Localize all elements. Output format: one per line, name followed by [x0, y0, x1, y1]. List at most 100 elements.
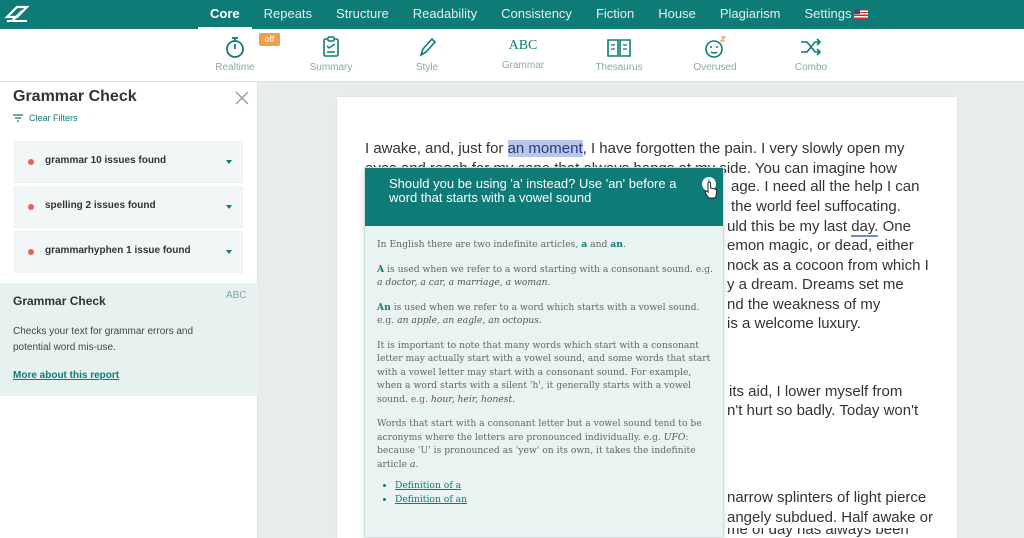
realtime-label: Realtime — [215, 62, 255, 73]
issue-dot-icon — [28, 159, 34, 165]
close-icon[interactable] — [234, 90, 250, 106]
overused-label: Overused — [693, 62, 737, 73]
popover-title: Should you be using 'a' instead? Use 'an… — [389, 176, 677, 205]
examples: hour, heir, honest. — [430, 393, 516, 405]
grammar-button[interactable]: ABC Grammar — [485, 33, 561, 79]
tab-settings-label: Settings — [804, 6, 852, 21]
para-text: . — [622, 239, 626, 250]
article-an: an — [610, 239, 623, 250]
issue-group-spelling[interactable]: spelling 2 issues found — [14, 186, 243, 228]
pencil-icon — [419, 37, 437, 57]
tab-core[interactable]: Core — [198, 0, 252, 29]
report-title: Grammar Check — [13, 294, 106, 308]
para-text: It is important to note that many words … — [377, 339, 711, 405]
definition-links: Definition of a Definition of an — [395, 479, 713, 506]
tab-consistency[interactable]: Consistency — [489, 0, 584, 29]
abc-check-icon: ABC — [226, 290, 247, 301]
doc-line: emon magic, or dead, either — [727, 237, 914, 254]
thesaurus-label: Thesaurus — [595, 62, 643, 73]
para-text: Words that start with a consonant letter… — [377, 418, 702, 443]
issue-label: grammar 10 issues found — [45, 155, 167, 166]
popover-paragraph: Words that start with a consonant letter… — [377, 417, 713, 471]
realtime-off-badge: off — [259, 33, 280, 46]
prowritingaid-logo-icon[interactable] — [4, 3, 30, 25]
list-item: Definition of a — [395, 479, 713, 493]
doc-text: One — [878, 218, 911, 235]
report-toolbar: Realtime off Summary Style ABC Grammar T… — [0, 29, 1024, 82]
doc-line: I awake, and, just for an moment, I have… — [365, 139, 935, 159]
sidebar-title: Grammar Check — [13, 88, 137, 105]
tab-structure[interactable]: Structure — [324, 0, 401, 29]
examples: an apple, an eagle, an octopus. — [397, 315, 542, 326]
tab-settings[interactable]: Settings — [793, 0, 881, 29]
clear-filters-link[interactable]: Clear Filters — [13, 113, 78, 123]
tab-plagiarism[interactable]: Plagiarism — [708, 0, 793, 29]
issue-group-grammar[interactable]: grammar 10 issues found — [14, 141, 243, 183]
shuffle-icon — [801, 38, 822, 56]
style-button[interactable]: Style — [389, 33, 465, 79]
tab-house[interactable]: House — [646, 0, 708, 29]
doc-line: nd the weakness of my — [727, 296, 881, 313]
doc-line: n't hurt so badly. Today won't — [727, 402, 919, 419]
stopwatch-icon — [226, 37, 244, 58]
tab-readability[interactable]: Readability — [401, 0, 489, 29]
popover-header: Should you be using 'a' instead? Use 'an… — [365, 168, 723, 226]
doc-line: is a welcome luxury. — [727, 315, 861, 332]
doc-text: me of day has always been — [727, 528, 909, 538]
abc-check-icon: ABC — [508, 38, 538, 53]
more-about-report-link[interactable]: More about this report — [13, 370, 119, 381]
examples: UFO — [663, 431, 686, 443]
chevron-down-icon — [226, 160, 232, 164]
doc-line: me of day has always been — [727, 528, 909, 538]
issue-group-grammarhyphen[interactable]: grammarhyphen 1 issue found — [14, 231, 243, 273]
doc-line: age. I need all the help I can — [731, 178, 920, 195]
combo-label: Combo — [794, 62, 828, 73]
highlighted-issue[interactable]: an moment — [507, 140, 583, 157]
nav-tabs: Core Repeats Structure Readability Consi… — [198, 0, 880, 29]
overused-button[interactable]: Overused — [677, 33, 753, 79]
doc-line: angely subdued. Half awake or — [727, 509, 933, 526]
popover-paragraph: In English there are two indefinite arti… — [377, 238, 713, 252]
doc-line: its aid, I lower myself from — [729, 383, 903, 400]
sleepy-face-icon — [705, 36, 727, 58]
para-text: is used when we refer to a word starting… — [384, 263, 713, 275]
combo-button[interactable]: Combo — [773, 33, 849, 79]
doc-text: , I have forgotten the pain. I very slow… — [582, 140, 905, 157]
tab-fiction[interactable]: Fiction — [584, 0, 646, 29]
doc-text: uld this be my last — [727, 218, 852, 235]
definition-a-link[interactable]: Definition of a — [395, 480, 461, 491]
para-text: and — [587, 239, 611, 250]
report-info-panel: Grammar Check ABC Checks your text for g… — [0, 283, 258, 396]
doc-line: narrow splinters of light pierce — [727, 489, 927, 506]
report-description: Checks your text for grammar errors and … — [13, 326, 194, 353]
summary-label: Summary — [309, 62, 353, 73]
us-flag-icon — [854, 9, 869, 19]
doc-line: nock as a cocoon from which I — [727, 257, 929, 274]
suggestion-popover: Should you be using 'a' instead? Use 'an… — [364, 167, 724, 538]
para-text: In English there are two indefinite arti… — [377, 239, 582, 250]
doc-line: y a dream. Dreams set me — [727, 276, 904, 293]
definition-an-link[interactable]: Definition of an — [395, 494, 467, 505]
issue-label: grammarhyphen 1 issue found — [45, 245, 191, 256]
doc-line: the world feel suffocating. — [731, 198, 901, 215]
filter-icon — [13, 114, 23, 122]
examples: a doctor, a car, a marriage, a woman. — [377, 277, 551, 288]
popover-paragraph: A is used when we refer to a word starti… — [377, 263, 713, 290]
open-book-icon — [607, 39, 631, 57]
doc-text: I awake, and, just for — [365, 140, 508, 157]
issue-dot-icon — [28, 204, 34, 210]
style-label: Style — [415, 62, 439, 73]
article-an: An — [377, 301, 391, 313]
hand-cursor-icon — [704, 181, 718, 199]
tab-repeats[interactable]: Repeats — [252, 0, 324, 29]
chevron-down-icon — [226, 205, 232, 209]
underlined-issue[interactable]: day. — [851, 218, 879, 237]
summary-button[interactable]: Summary — [293, 33, 369, 79]
issue-dot-icon — [28, 249, 34, 255]
doc-line: uld this be my last day. One — [727, 218, 911, 237]
grammar-sidebar: Grammar Check Clear Filters grammar 10 i… — [0, 82, 258, 538]
thesaurus-button[interactable]: Thesaurus — [581, 33, 657, 79]
clipboard-icon — [323, 36, 339, 57]
top-nav: Core Repeats Structure Readability Consi… — [0, 0, 1024, 29]
popover-body: In English there are two indefinite arti… — [377, 238, 713, 506]
